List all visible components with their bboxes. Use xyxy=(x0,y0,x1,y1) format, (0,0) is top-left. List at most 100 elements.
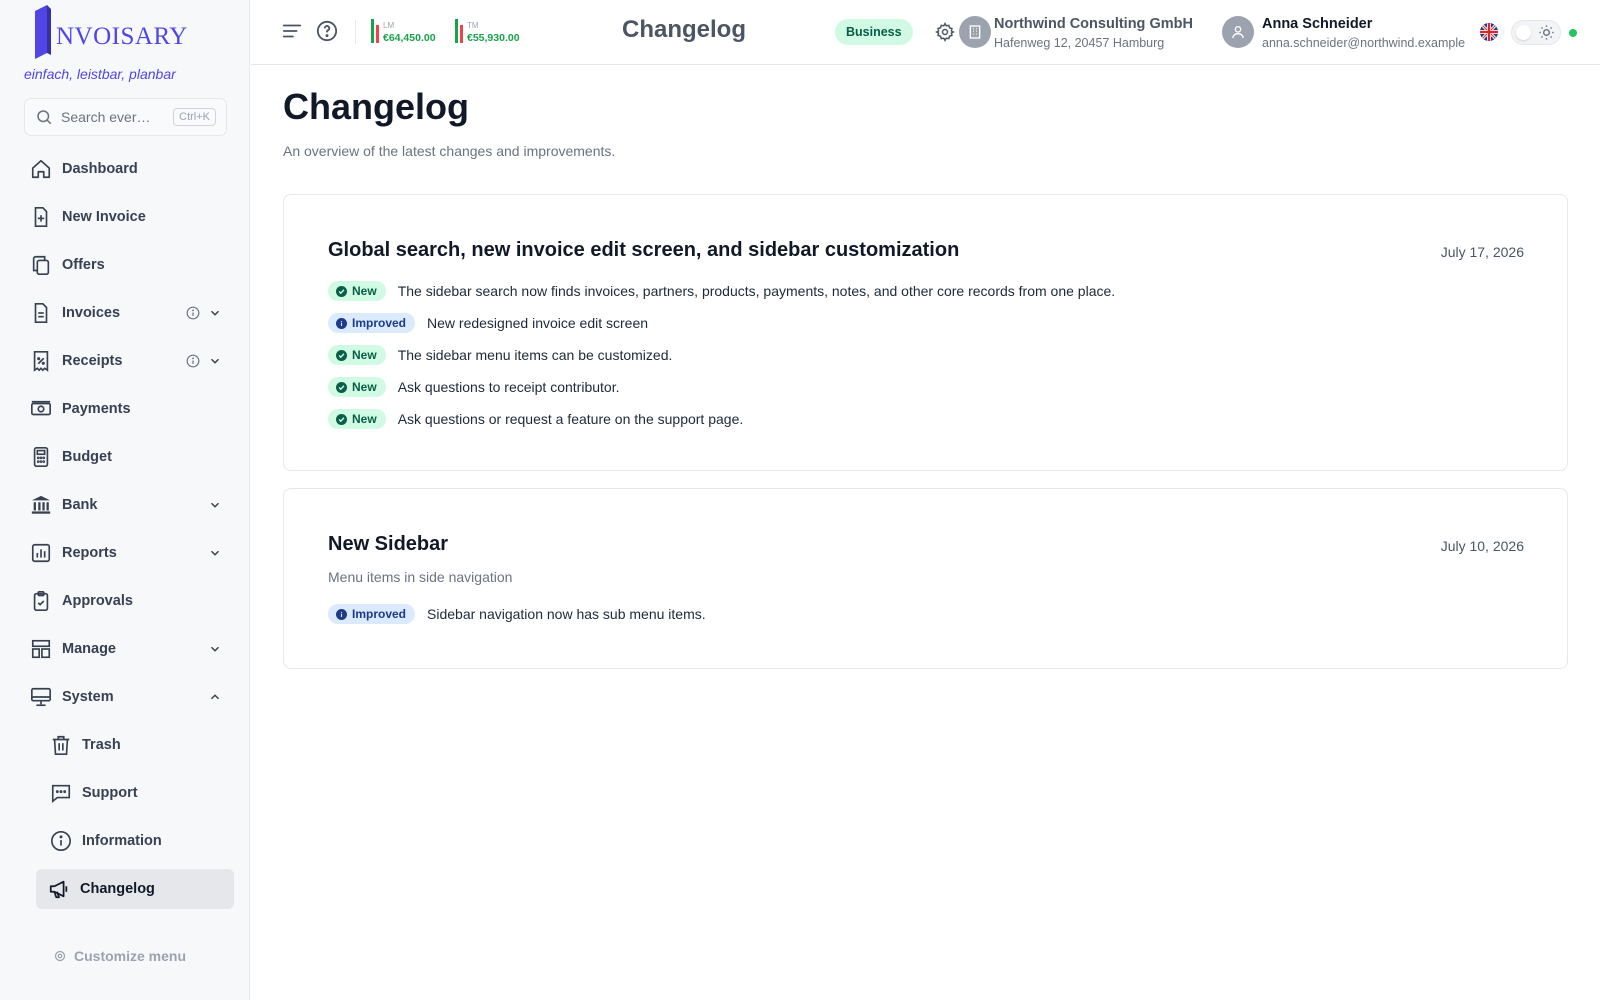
sidebar-item-payments[interactable]: Payments xyxy=(24,389,234,429)
sidebar-item-approvals[interactable]: Approvals xyxy=(24,581,234,621)
theme-toggle[interactable] xyxy=(1511,20,1561,45)
stat-last-month[interactable]: LM €64,450.00 xyxy=(371,19,436,43)
topbar-title: Changelog xyxy=(622,16,746,43)
gear-icon xyxy=(54,950,66,962)
page-title: Changelog xyxy=(283,86,469,127)
chevron-down-icon[interactable] xyxy=(208,546,222,560)
list-item: New Ask questions to receipt contributor… xyxy=(328,376,619,398)
sidebar-item-bank[interactable]: Bank xyxy=(24,485,234,525)
info-icon[interactable] xyxy=(186,354,200,368)
layout-icon xyxy=(30,638,52,660)
calculator-icon xyxy=(30,446,52,468)
entry-text: Sidebar navigation now has sub menu item… xyxy=(427,606,706,622)
megaphone-icon xyxy=(48,878,70,900)
bar-chart-icon xyxy=(30,542,52,564)
search-shortcut: Ctrl+K xyxy=(173,108,216,126)
info-icon[interactable] xyxy=(186,306,200,320)
company-address: Hafenweg 12, 20457 Hamburg xyxy=(994,36,1165,50)
stat-bars-icon xyxy=(371,19,379,43)
list-item: New The sidebar search now finds invoice… xyxy=(328,280,1115,302)
menu-toggle-icon[interactable] xyxy=(281,20,303,42)
info-icon xyxy=(336,317,347,329)
avatar[interactable] xyxy=(1222,16,1254,48)
user-menu[interactable]: Anna Schneider anna.schneider@northwind.… xyxy=(1262,16,1465,50)
file-text-icon xyxy=(30,302,52,324)
home-icon xyxy=(30,158,52,180)
page-subtitle: An overview of the latest changes and im… xyxy=(283,143,616,159)
list-item: Improved Sidebar navigation now has sub … xyxy=(328,603,706,625)
entry-text: Ask questions to receipt contributor. xyxy=(397,379,620,395)
status-badge: Improved xyxy=(328,313,416,333)
sidebar-item-support[interactable]: Support xyxy=(44,773,234,813)
customize-menu-button[interactable]: Customize menu xyxy=(54,948,186,964)
search-icon xyxy=(37,110,52,125)
info-icon xyxy=(336,608,347,620)
stat-bars-icon xyxy=(455,19,463,43)
info-icon xyxy=(50,830,72,852)
banknote-icon xyxy=(30,398,52,420)
entry-text: The sidebar menu items can be customized… xyxy=(397,347,673,363)
sidebar-item-receipts[interactable]: Receipts xyxy=(24,341,234,381)
changelog-card: Global search, new invoice edit screen, … xyxy=(283,194,1568,471)
receipt-icon xyxy=(30,350,52,372)
gear-icon[interactable] xyxy=(935,22,955,42)
changelog-title: Global search, new invoice edit screen, … xyxy=(328,239,960,261)
sidebar-item-trash[interactable]: Trash xyxy=(44,725,234,765)
sidebar-item-reports[interactable]: Reports xyxy=(24,533,234,573)
company-avatar[interactable] xyxy=(959,16,991,48)
chevron-down-icon[interactable] xyxy=(208,498,222,512)
search-input[interactable]: Search ever… Ctrl+K xyxy=(24,98,227,136)
sidebar-item-new-invoice[interactable]: New Invoice xyxy=(24,197,234,237)
user-icon xyxy=(1232,26,1244,39)
topbar: LM €64,450.00 TM €55,930.00 Changelog Bu… xyxy=(251,0,1600,65)
entry-text: The sidebar search now finds invoices, p… xyxy=(397,283,1116,299)
sidebar-item-budget[interactable]: Budget xyxy=(24,437,234,477)
sun-icon xyxy=(1539,25,1554,40)
file-plus-icon xyxy=(30,206,52,228)
stat-this-month[interactable]: TM €55,930.00 xyxy=(455,19,520,43)
changelog-title: New Sidebar xyxy=(328,533,449,555)
uk-flag-icon[interactable] xyxy=(1480,23,1498,41)
building-icon xyxy=(969,25,981,39)
plan-badge[interactable]: Business xyxy=(835,19,913,45)
status-badge: Improved xyxy=(328,604,416,624)
user-email: anna.schneider@northwind.example xyxy=(1262,36,1466,50)
bank-icon xyxy=(30,494,52,516)
sidebar-item-system[interactable]: System xyxy=(24,677,234,717)
entry-text: New redesigned invoice edit screen xyxy=(427,315,649,331)
company-switcher[interactable]: Northwind Consulting GmbH Hafenweg 12, 2… xyxy=(994,16,1193,50)
changelog-card: New Sidebar July 10, 2026 Menu items in … xyxy=(283,488,1568,669)
list-item: New Ask questions or request a feature o… xyxy=(328,408,743,430)
sidebar-item-offers[interactable]: Offers xyxy=(24,245,234,285)
status-badge: New xyxy=(328,281,386,301)
sidebar-item-manage[interactable]: Manage xyxy=(24,629,234,669)
status-badge: New xyxy=(328,345,386,365)
clipboard-check-icon xyxy=(30,590,52,612)
changelog-date: July 10, 2026 xyxy=(1440,538,1524,554)
topbar-divider xyxy=(355,20,356,44)
logo-mark-icon xyxy=(33,5,53,59)
tagline: einfach, leistbar, planbar xyxy=(24,66,176,82)
chevron-down-icon[interactable] xyxy=(208,354,222,368)
chevron-up-icon[interactable] xyxy=(208,690,222,704)
trash-icon xyxy=(50,734,72,756)
search-placeholder: Search ever… xyxy=(61,109,151,125)
help-icon[interactable] xyxy=(316,20,338,42)
list-item: Improved New redesigned invoice edit scr… xyxy=(328,312,648,334)
sidebar-item-dashboard[interactable]: Dashboard xyxy=(24,149,234,189)
status-indicator xyxy=(1569,29,1577,37)
user-name: Anna Schneider xyxy=(1262,16,1373,32)
check-circle-icon xyxy=(336,285,347,297)
chevron-down-icon[interactable] xyxy=(208,306,222,320)
customize-menu-label: Customize menu xyxy=(74,948,187,964)
app-logo[interactable]: NVOISARY xyxy=(33,4,188,60)
changelog-description: Menu items in side navigation xyxy=(328,569,513,585)
sidebar-item-information[interactable]: Information xyxy=(44,821,234,861)
check-circle-icon xyxy=(336,349,347,361)
chevron-down-icon[interactable] xyxy=(208,642,222,656)
logo-text: NVOISARY xyxy=(56,23,188,50)
sidebar-item-invoices[interactable]: Invoices xyxy=(24,293,234,333)
monitor-icon xyxy=(30,686,52,708)
copy-icon xyxy=(30,254,52,276)
sidebar-item-changelog[interactable]: Changelog xyxy=(36,869,234,909)
